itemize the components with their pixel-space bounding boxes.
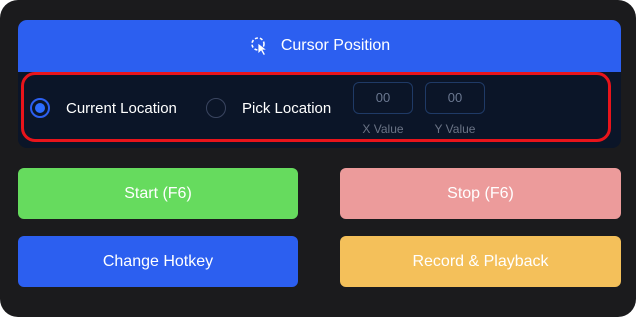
panel-header: Cursor Position [18, 20, 621, 72]
change-hotkey-button[interactable]: Change Hotkey [18, 236, 298, 287]
cursor-target-icon [249, 35, 271, 57]
app-window: Cursor Position Current Location Pick Lo… [0, 0, 636, 317]
start-button[interactable]: Start (F6) [18, 168, 298, 219]
selection-highlight [21, 72, 611, 142]
record-playback-button[interactable]: Record & Playback [340, 236, 621, 287]
stop-button[interactable]: Stop (F6) [340, 168, 621, 219]
panel-title: Cursor Position [280, 37, 391, 54]
